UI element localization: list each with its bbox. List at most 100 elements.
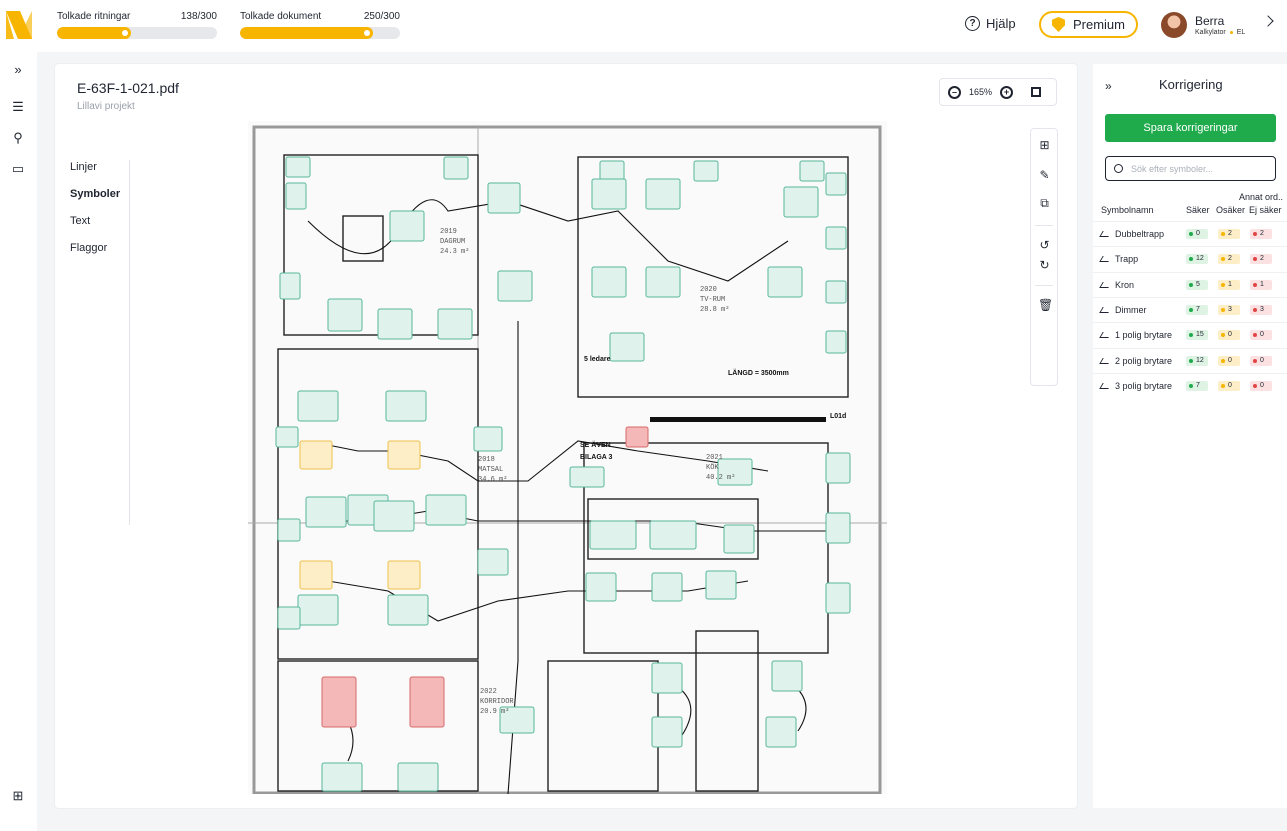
room-area: 34.6 m² [478, 476, 507, 484]
search-icon[interactable]: ⚲ [10, 130, 26, 146]
progress-fill [57, 27, 131, 39]
project-name: Lillavi projekt [77, 101, 135, 112]
user-role: Kalkylator [1195, 28, 1226, 36]
add-box-icon[interactable]: ⊞ [1038, 139, 1051, 152]
unsure-count: 0 [1228, 331, 1232, 339]
col-symbol-name: Symbolnamn [1101, 205, 1154, 215]
room-number: 2021 [706, 454, 723, 462]
help-link[interactable]: ? Hjälp [965, 16, 1016, 31]
table-row[interactable]: Trapp 12 2 2 [1093, 246, 1287, 271]
table-row[interactable]: 1 polig brytare 15 0 0 [1093, 322, 1287, 347]
add-folder-icon[interactable]: ⊞ [10, 788, 26, 804]
tab-text[interactable]: Text [70, 214, 129, 241]
premium-button[interactable]: Premium [1039, 11, 1138, 38]
tab-linjer[interactable]: Linjer [70, 160, 129, 187]
progress-count: 138/300 [180, 11, 217, 22]
unsure-count: 2 [1228, 230, 1232, 237]
unsure-count: 0 [1228, 356, 1232, 364]
undo-icon[interactable]: ↺ [1038, 239, 1051, 252]
progress-fill [240, 27, 374, 39]
tab-flaggor[interactable]: Flaggor [70, 241, 129, 268]
avatar [1161, 12, 1187, 38]
unsure-count: 0 [1228, 381, 1232, 389]
not-sure-badge: 1 [1250, 279, 1272, 290]
unsure-badge: 0 [1218, 380, 1240, 391]
green-dot-icon [1189, 307, 1193, 312]
user-menu[interactable]: Berra Kalkylator EL [1161, 12, 1245, 38]
trash-icon[interactable]: 🗑 [1038, 299, 1053, 312]
save-corrections-button[interactable]: Spara korrigeringar [1105, 114, 1276, 142]
table-row[interactable]: Dimmer 7 3 3 [1093, 296, 1287, 322]
sure-count: 7 [1196, 381, 1200, 389]
transform-icon[interactable]: ⧉ [1038, 197, 1051, 210]
fullscreen-icon[interactable] [1031, 87, 1042, 97]
expand-icon[interactable]: » [10, 62, 26, 78]
table-row[interactable]: Dubbeltrapp 0 2 2 [1093, 221, 1287, 246]
plan-note: LÄNGD = 3500mm [728, 369, 789, 377]
symbol-icon [1099, 382, 1112, 389]
green-dot-icon [1189, 257, 1193, 262]
table-row[interactable]: 3 polig brytare 7 0 0 [1093, 372, 1287, 398]
sure-badge: 12 [1186, 355, 1208, 366]
app-logo[interactable] [6, 11, 32, 39]
left-rail: » ☰ ⚲ ▭ ⊞ [0, 52, 37, 831]
table-row[interactable]: 2 polig brytare 12 0 0 [1093, 347, 1287, 373]
not-sure-badge: 2 [1250, 229, 1272, 239]
unsure-count: 2 [1228, 255, 1232, 263]
symbol-search-input[interactable] [1131, 163, 1271, 174]
progress-label: Tolkade dokument [240, 11, 322, 22]
table-header: Symbolnamn Säker Osäker Ej säker [1101, 205, 1287, 215]
red-dot-icon [1253, 232, 1257, 236]
collapse-icon[interactable]: » [1105, 79, 1112, 93]
tab-symboler[interactable]: Symboler [70, 187, 129, 214]
redo-icon[interactable]: ↻ [1038, 259, 1051, 272]
unsure-badge: 2 [1218, 229, 1240, 239]
correction-panel: » Korrigering Spara korrigeringar Annat … [1093, 64, 1287, 808]
yellow-dot-icon [1221, 333, 1225, 338]
pencil-icon[interactable]: ✎ [1038, 169, 1051, 182]
plan-note: L01d [830, 413, 846, 420]
red-dot-icon [1253, 333, 1257, 338]
sure-badge: 0 [1186, 229, 1208, 239]
symbol-icon [1099, 357, 1112, 364]
not-sure-badge: 0 [1250, 355, 1272, 366]
sure-badge: 15 [1186, 330, 1208, 341]
zoom-in-icon[interactable]: + [1000, 85, 1014, 99]
other-word-link[interactable]: Annat ord.. [1239, 192, 1283, 202]
not-sure-count: 2 [1260, 230, 1264, 237]
symbol-icon [1099, 281, 1112, 288]
symbol-name: 2 polig brytare [1115, 355, 1173, 366]
progress-count: 250/300 [363, 11, 400, 22]
sure-count: 5 [1196, 280, 1200, 288]
chevron-right-icon[interactable] [1262, 15, 1274, 27]
symbol-name: 1 polig brytare [1115, 330, 1173, 341]
premium-label: Premium [1072, 17, 1125, 32]
file-name: E-63F-1-021.pdf [77, 80, 179, 96]
dot-icon [1229, 30, 1233, 34]
progress-documents: Tolkade dokument 250/300 [240, 11, 400, 39]
folder-icon[interactable]: ▭ [10, 161, 26, 177]
red-dot-icon [1253, 257, 1257, 262]
table-row[interactable]: Kron 5 1 1 [1093, 271, 1287, 297]
sure-count: 0 [1196, 230, 1200, 237]
col-not-sure: Ej säker [1249, 205, 1282, 215]
divider [1035, 225, 1053, 226]
yellow-dot-icon [1221, 358, 1225, 363]
not-sure-count: 0 [1260, 381, 1264, 389]
room-number: 2020 [700, 286, 717, 294]
floor-plan[interactable]: 2019 DAGRUM 24.3 m² 2020 TV-RUM 28.8 m² … [248, 121, 887, 794]
plan-note: BILAGA 3 [580, 454, 613, 461]
not-sure-badge: 0 [1250, 330, 1272, 341]
sure-count: 12 [1196, 255, 1204, 263]
search-icon [1114, 164, 1123, 173]
edit-toolbar: ⊞ ✎ ⧉ ↺ ↻ 🗑 [1030, 128, 1058, 386]
green-dot-icon [1189, 333, 1193, 338]
list-icon[interactable]: ☰ [10, 99, 26, 115]
room-number: 2019 [440, 228, 457, 236]
red-dot-icon [1253, 282, 1257, 287]
room-area: 40.2 m² [706, 474, 735, 482]
green-dot-icon [1189, 232, 1193, 236]
document-card: E-63F-1-021.pdf Lillavi projekt Linjer S… [55, 64, 1077, 808]
zoom-out-icon[interactable]: – [948, 85, 961, 99]
zoom-controls: – 165% + [939, 78, 1057, 106]
